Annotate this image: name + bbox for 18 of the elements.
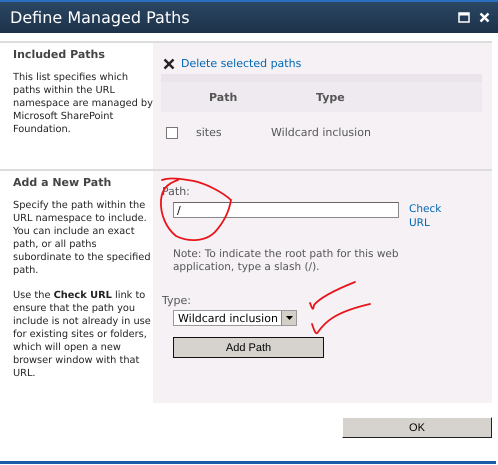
delete-selected-link[interactable]: Delete selected paths — [181, 57, 302, 70]
type-dropdown[interactable]: Wildcard inclusion — [173, 310, 297, 326]
table-cell-text: sites — [195, 126, 223, 139]
section-description: This list specifies which paths within the URL namespace are managed by Microsoft SharePoint Foundation. — [13, 71, 153, 136]
column-header: Path — [208, 90, 238, 104]
column-header: Type — [315, 90, 345, 104]
section-description: Specify the path within the URL namespace to include. You can include an exact path, or all paths subordinate to the specified path. — [13, 199, 152, 277]
check-url-link[interactable]: Check URL — [409, 202, 449, 230]
table-cell-text: Wildcard inclusion — [270, 126, 371, 139]
field-label: Type: — [162, 294, 192, 307]
section-heading: Add a New Path — [13, 176, 112, 189]
section-heading: Included Paths — [13, 48, 106, 61]
note-text: Note: To indicate the root path for this web application, type a slash (/). — [173, 248, 400, 274]
window-title: Define Managed Paths — [10, 8, 191, 27]
path-input-field[interactable]: / — [173, 202, 399, 218]
add-path-button[interactable]: Add Path — [173, 337, 324, 358]
section-description: Use the Check URL link to ensure that the path you include is not already in use for existing sites or folders, which will open a new browser window with that URL. — [13, 289, 152, 380]
ok-button[interactable]: OK — [342, 417, 492, 438]
